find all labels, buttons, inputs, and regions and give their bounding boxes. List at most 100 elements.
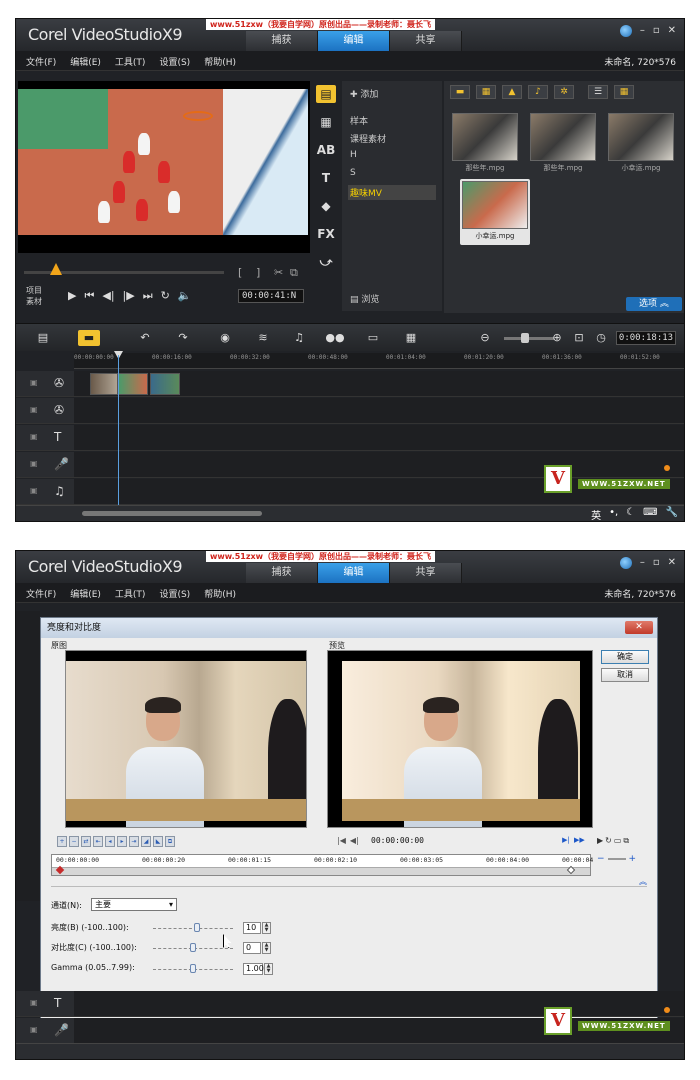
track-toggle-icon[interactable]: ▣ [30, 1025, 38, 1034]
menu-tools[interactable]: 工具(T) [115, 587, 146, 600]
menu-tools[interactable]: 工具(T) [115, 55, 146, 68]
options-button[interactable]: 选项 ︽ [626, 297, 682, 311]
track-toggle-icon[interactable]: ▣ [30, 459, 38, 468]
last-keyframe-icon[interactable]: ⇥ [129, 836, 139, 847]
menu-settings[interactable]: 设置(S) [159, 587, 190, 600]
menu-edit[interactable]: 编辑(E) [70, 587, 101, 600]
mark-out-button[interactable]: ] [256, 266, 260, 279]
preview-window[interactable] [18, 81, 310, 253]
dialog-timecode[interactable]: 00:00:00:00 [371, 836, 424, 845]
media-thumbnail[interactable]: 小幸运.mpg [606, 111, 676, 177]
close-icon[interactable]: ✕ [668, 25, 676, 37]
keyframe-bar[interactable] [52, 867, 590, 875]
track-toggle-icon[interactable]: ▣ [30, 432, 38, 441]
contrast-slider-handle[interactable] [190, 943, 196, 952]
auto-music-icon[interactable]: ♫ [288, 330, 310, 346]
subtitle-editor-icon[interactable]: ▭ [362, 330, 384, 346]
show-audio-icon[interactable]: ♪ [528, 85, 548, 99]
close-icon[interactable]: ✕ [668, 557, 676, 569]
tab-share[interactable]: 共享 [390, 563, 462, 583]
repeat-icon[interactable]: ↻ [161, 289, 170, 303]
folder-item[interactable]: S [348, 167, 436, 179]
transition-icon[interactable]: AB [316, 141, 336, 159]
minimize-icon[interactable]: – [640, 557, 645, 569]
globe-icon[interactable] [619, 557, 632, 569]
next-frame-icon[interactable]: ▶| [561, 836, 571, 847]
zoom-slider[interactable] [607, 858, 626, 860]
storyboard-view-icon[interactable]: ▤ [32, 330, 54, 346]
media-thumbnail[interactable]: 那些年.mpg [528, 111, 598, 177]
media-thumbnail-selected[interactable]: 小幸运.mpg [460, 179, 530, 245]
project-duration[interactable]: 0:00:18:13 [616, 331, 676, 345]
title-track[interactable]: ▣ T [16, 425, 684, 451]
grid-view-icon[interactable]: ▦ [614, 85, 634, 99]
menu-help[interactable]: 帮助(H) [204, 55, 236, 68]
track-toggle-icon[interactable]: ▣ [30, 405, 38, 414]
record-capture-icon[interactable]: ◉ [214, 330, 236, 346]
globe-icon[interactable] [619, 25, 632, 37]
play-mode[interactable]: 项目 素材 [26, 285, 42, 307]
fade-out-icon[interactable]: ◣ [153, 836, 163, 847]
add-folder-button[interactable]: ✚ 添加 [350, 87, 378, 100]
end-icon[interactable]: ⏭ [143, 289, 153, 303]
zoom-out-icon[interactable]: − [597, 854, 605, 864]
track-toggle-icon[interactable]: ▣ [30, 486, 38, 495]
enlarge-icon[interactable]: ⧉ [623, 836, 629, 846]
gamma-input[interactable]: 1.00 [243, 963, 264, 975]
track-toggle-icon[interactable]: ▣ [30, 378, 38, 387]
cancel-button[interactable]: 取消 [601, 668, 649, 682]
show-photo-icon[interactable]: ▲ [502, 85, 522, 99]
sound-mixer-icon[interactable]: ≋ [252, 330, 274, 346]
redo-icon[interactable]: ↷ [172, 330, 194, 346]
menu-settings[interactable]: 设置(S) [159, 55, 190, 68]
zoom-out-icon[interactable]: ⊖ [474, 330, 496, 346]
gamma-slider-handle[interactable] [190, 964, 196, 973]
tab-edit[interactable]: 编辑 [318, 563, 390, 583]
invert-keyframe-icon[interactable]: ⇄ [81, 836, 91, 847]
prev-frame-icon[interactable]: ◀| [350, 836, 359, 845]
timeline-scrollbar[interactable] [82, 511, 262, 516]
maximize-icon[interactable]: ▫ [653, 25, 660, 37]
zoom-in-icon[interactable]: + [629, 854, 637, 864]
dialog-close-button[interactable]: ✕ [625, 621, 653, 634]
minimize-icon[interactable]: – [640, 25, 645, 37]
cut-icon[interactable]: ✂ [274, 266, 283, 279]
path-icon[interactable]: ⤻ [316, 253, 336, 271]
mark-in-button[interactable]: [ [238, 266, 242, 279]
browse-button[interactable]: ▤ 浏览 [350, 292, 379, 305]
menu-file[interactable]: 文件(F) [26, 587, 56, 600]
track-toggle-icon[interactable]: ▣ [30, 998, 38, 1007]
home-icon[interactable]: ⏮ [84, 289, 94, 303]
play-icon[interactable]: ▶ [597, 836, 603, 846]
folder-item[interactable]: 样本 [348, 113, 436, 128]
mode-project[interactable]: 项目 [26, 285, 42, 296]
multicam-icon[interactable]: ▦ [400, 330, 422, 346]
gamma-stepper[interactable]: ▲ ▼ [264, 963, 273, 975]
preview-screen-icon[interactable]: ▭ [614, 836, 622, 846]
title-icon[interactable]: T [316, 169, 336, 187]
next-frame-icon[interactable]: |▶ [123, 289, 135, 303]
folder-item-selected[interactable]: 趣味MV [348, 185, 436, 200]
keyframe-timeline[interactable]: 00:00:00:00 00:00:00:20 00:00:01:15 00:0… [51, 854, 593, 876]
overlay-track[interactable]: ▣ ✇ [16, 398, 684, 424]
motion-tracking-icon[interactable]: ●● [324, 330, 346, 346]
graphic-icon[interactable]: ◆ [316, 197, 336, 215]
menu-edit[interactable]: 编辑(E) [70, 55, 101, 68]
player-timecode[interactable]: 00:00:41:N [238, 289, 304, 303]
folder-item[interactable]: H [348, 149, 436, 161]
brightness-slider[interactable] [153, 928, 233, 930]
first-keyframe-icon[interactable]: ⇤ [93, 836, 103, 847]
tab-share[interactable]: 共享 [390, 31, 462, 51]
mode-clip[interactable]: 素材 [26, 296, 42, 307]
tab-capture[interactable]: 捕获 [246, 563, 318, 583]
video-track[interactable]: ▣ ✇ [16, 371, 684, 397]
enlarge-icon[interactable]: ⧉ [290, 266, 298, 280]
video-clip[interactable] [118, 373, 148, 395]
fit-project-icon[interactable]: ⊡ [568, 330, 590, 346]
fade-in-icon[interactable]: ◢ [141, 836, 151, 847]
brightness-slider-handle[interactable] [194, 923, 200, 932]
keyboard-icon[interactable]: ⌨ [643, 507, 657, 521]
ime-language[interactable]: 英 [591, 507, 601, 521]
video-clip[interactable] [150, 373, 180, 395]
wrench-icon[interactable]: 🔧 [666, 507, 678, 521]
